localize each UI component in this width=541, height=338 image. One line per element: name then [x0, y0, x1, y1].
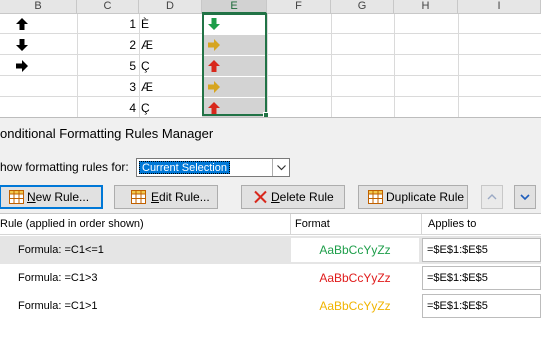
- chevron-up-icon: [487, 194, 497, 200]
- cell-d1[interactable]: È: [141, 14, 201, 34]
- arrow-right-icon: [208, 81, 220, 93]
- arrow-right-icon: [16, 60, 28, 72]
- column-header-c[interactable]: C: [77, 0, 139, 14]
- cell-c3[interactable]: 5: [77, 56, 139, 76]
- rule-row[interactable]: Formula: =C1>1 AaBbCcYyZz =$E$1:$E$5: [0, 292, 541, 320]
- new-rule-label: New Rule...: [27, 190, 90, 204]
- format-preview: AaBbCcYyZz: [291, 238, 419, 262]
- column-header-i[interactable]: I: [458, 0, 541, 14]
- cell-d5[interactable]: Ç: [141, 98, 201, 117]
- rule-row[interactable]: Formula: =C1>3 AaBbCcYyZz =$E$1:$E$5: [0, 264, 541, 292]
- new-rule-button[interactable]: New Rule...: [0, 185, 103, 209]
- column-header-e[interactable]: E: [202, 0, 267, 14]
- applies-to-field[interactable]: =$E$1:$E$5: [422, 266, 541, 290]
- cell-d2[interactable]: Æ: [141, 35, 201, 55]
- rule-row[interactable]: Formula: =C1<=1 AaBbCcYyZz =$E$1:$E$5: [0, 236, 541, 264]
- format-preview: AaBbCcYyZz: [291, 266, 419, 290]
- rules-list: Rule (applied in order shown) Format App…: [0, 213, 541, 338]
- conditional-formatting-rules-manager: onditional Formatting Rules Manager how …: [0, 117, 541, 338]
- rule-formula: Formula: =C1<=1: [18, 244, 104, 256]
- worksheet: B C D E F G H I 1 È 2 Æ 5 Ç 3 Æ 4 Ç: [0, 0, 541, 117]
- chevron-down-icon: [520, 194, 530, 201]
- cell-d4[interactable]: Æ: [141, 77, 201, 97]
- column-header-h[interactable]: H: [394, 0, 458, 14]
- column-header-f[interactable]: F: [267, 0, 331, 14]
- cell-c4[interactable]: 3: [77, 77, 139, 97]
- cell-d3[interactable]: Ç: [141, 56, 201, 76]
- sheet-row: 1 È: [0, 14, 541, 34]
- move-down-button[interactable]: [514, 185, 536, 209]
- show-rules-label: how formatting rules for:: [0, 160, 129, 174]
- cell-c2[interactable]: 2: [77, 35, 139, 55]
- edit-rule-button[interactable]: Edit Rule...: [114, 185, 218, 209]
- edit-rule-label: Edit Rule...: [151, 190, 210, 204]
- column-header-g[interactable]: G: [331, 0, 394, 14]
- sheet-row: 4 Ç: [0, 98, 541, 117]
- duplicate-rule-icon: [368, 190, 383, 204]
- sheet-row: 3 Æ: [0, 77, 541, 97]
- arrow-up-icon: [16, 18, 28, 30]
- rule-formula: Formula: =C1>3: [18, 272, 98, 284]
- column-header-d[interactable]: D: [139, 0, 202, 14]
- dialog-title: onditional Formatting Rules Manager: [0, 126, 214, 141]
- format-preview: AaBbCcYyZz: [291, 294, 419, 318]
- rule-formula: Formula: =C1>1: [18, 300, 98, 312]
- delete-rule-label: Delete Rule: [271, 190, 334, 204]
- applies-to-column-header: Applies to: [422, 214, 541, 235]
- column-header-b[interactable]: B: [0, 0, 77, 14]
- cell-c1[interactable]: 1: [77, 14, 139, 34]
- rule-column-header: Rule (applied in order shown): [0, 214, 291, 235]
- arrow-up-icon: [208, 102, 220, 114]
- show-rules-dropdown[interactable]: Current Selection: [136, 158, 290, 177]
- format-column-header: Format: [291, 214, 422, 235]
- show-rules-value: Current Selection: [139, 161, 230, 174]
- applies-to-field[interactable]: =$E$1:$E$5: [422, 238, 541, 262]
- chevron-down-icon[interactable]: [272, 159, 289, 176]
- move-up-button[interactable]: [481, 185, 503, 209]
- arrow-down-icon: [16, 39, 28, 51]
- duplicate-rule-button[interactable]: Duplicate Rule: [358, 185, 468, 209]
- delete-rule-button[interactable]: Delete Rule: [241, 185, 345, 209]
- applies-to-field[interactable]: =$E$1:$E$5: [422, 294, 541, 318]
- arrow-right-icon: [208, 39, 220, 51]
- arrow-down-icon: [208, 18, 220, 30]
- sheet-row: 5 Ç: [0, 56, 541, 76]
- delete-x-icon: [254, 190, 267, 204]
- cell-c5[interactable]: 4: [77, 98, 139, 117]
- new-rule-icon: [9, 190, 24, 204]
- edit-rule-icon: [131, 190, 146, 204]
- arrow-up-icon: [208, 60, 220, 72]
- sheet-row: 2 Æ: [0, 35, 541, 55]
- duplicate-rule-label: Duplicate Rule: [386, 190, 465, 204]
